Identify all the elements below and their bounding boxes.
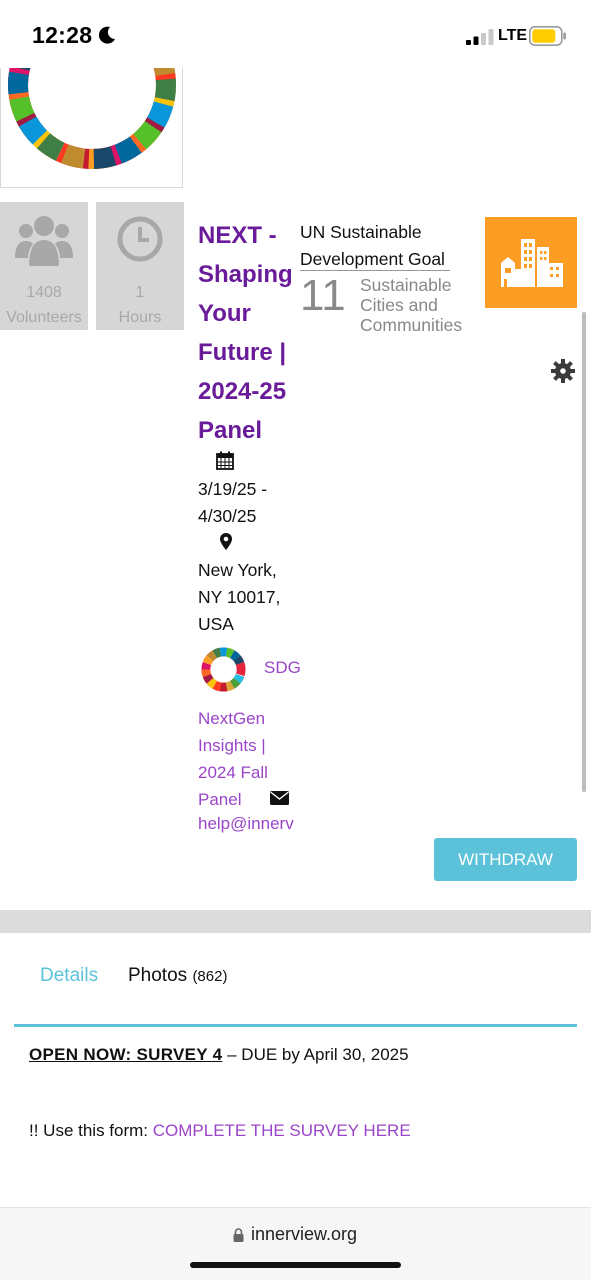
location-pin-icon	[220, 533, 232, 550]
event-logo-image	[0, 68, 183, 188]
sdg-wheel-logo	[8, 68, 176, 169]
survey-due: – DUE by April 30, 2025	[222, 1045, 409, 1064]
lock-icon	[233, 1228, 244, 1242]
settings-gear-icon[interactable]	[550, 358, 576, 384]
moon-icon	[98, 26, 115, 44]
sdg-wheel-icon[interactable]	[199, 645, 248, 694]
section-separator	[0, 910, 591, 933]
volunteers-count: 1408	[26, 284, 62, 301]
status-bar: 12:28 LTE	[0, 0, 591, 68]
volunteers-label: Volunteers	[6, 309, 82, 326]
hours-label: Hours	[118, 309, 162, 326]
users-icon	[15, 216, 73, 266]
envelope-icon	[270, 791, 289, 805]
hours-count: 1	[135, 284, 145, 301]
home-indicator[interactable]	[190, 1262, 401, 1268]
survey-announcement: OPEN NOW: SURVEY 4 – DUE by April 30, 20…	[29, 1045, 409, 1065]
survey-title: OPEN NOW: SURVEY 4	[29, 1045, 223, 1064]
clock-icon	[117, 216, 163, 262]
calendar-icon	[216, 451, 234, 470]
event-title: NEXT - Shaping Your Future | 2024-25 Pan…	[198, 222, 293, 444]
sdg-goal-heading: UN Sustainable Development Goal	[300, 222, 445, 269]
complete-survey-link[interactable]: COMPLETE THE SURVEY HERE	[153, 1121, 411, 1140]
event-location: New York, NY 10017, USA	[198, 560, 281, 634]
hours-stat: 1 Hours	[96, 202, 184, 330]
email-link[interactable]: help@innerv	[198, 814, 302, 834]
tab-details[interactable]: Details	[40, 965, 98, 987]
volunteers-stat: 1408 Volunteers	[0, 202, 88, 330]
sdg-goal-number: 11	[300, 271, 346, 320]
url-text[interactable]: innerview.org	[251, 1224, 357, 1245]
tab-photos[interactable]: Photos (862)	[128, 965, 227, 987]
sdg-goal-name: Sustainable Cities and Communities	[360, 275, 463, 335]
sdg-link[interactable]: SDG	[264, 658, 301, 678]
withdraw-button[interactable]: WITHDRAW	[434, 838, 577, 881]
signal-icon	[466, 29, 494, 45]
scrollbar[interactable]	[582, 312, 586, 792]
city-icon	[501, 239, 563, 287]
battery-icon	[529, 26, 566, 46]
tab-photos-count: (862)	[192, 968, 228, 985]
event-dates: 3/19/25 - 4/30/25	[198, 479, 268, 526]
network-label: LTE	[498, 27, 528, 44]
sdg-goal-tile[interactable]	[485, 217, 577, 308]
tab-photos-label: Photos	[128, 965, 188, 986]
tab-underline	[14, 1024, 577, 1027]
status-time: 12:28	[32, 22, 93, 48]
browser-address-bar[interactable]: innerview.org	[0, 1207, 591, 1280]
form-prefix: !! Use this form:	[29, 1121, 153, 1140]
form-line: !! Use this form: COMPLETE THE SURVEY HE…	[29, 1121, 411, 1141]
